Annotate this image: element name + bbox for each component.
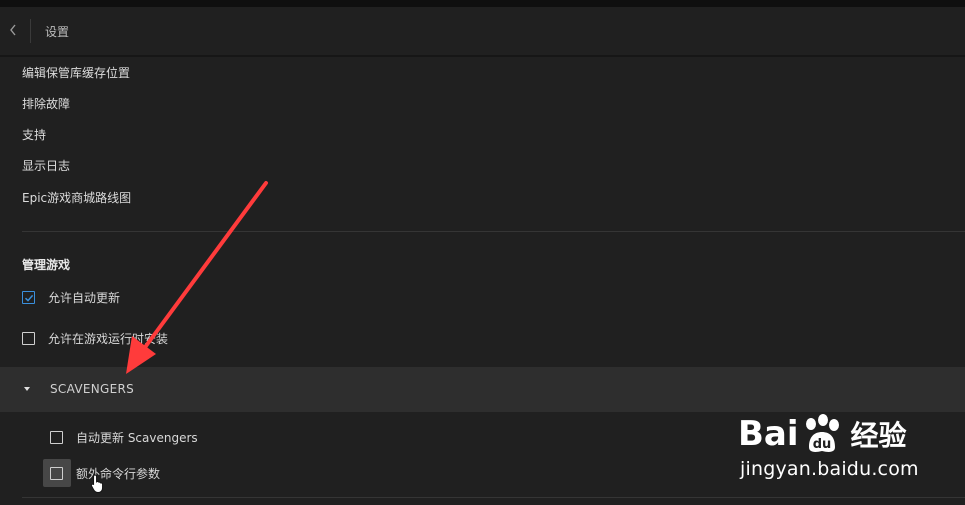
baidu-paw-icon: du: [801, 414, 843, 454]
extra-command-args-checkbox[interactable]: [50, 467, 63, 480]
checkmark-icon: [24, 294, 33, 302]
install-while-running-checkbox[interactable]: [22, 332, 35, 345]
allow-auto-update-option[interactable]: 允许自动更新: [22, 289, 120, 306]
page-title: 设置: [45, 25, 70, 39]
extra-command-args-option[interactable]: 额外命令行参数: [50, 465, 160, 482]
chevron-left-icon: [10, 24, 16, 36]
auto-update-label: 允许自动更新: [48, 291, 121, 305]
caret-down-icon: [24, 387, 30, 391]
baidu-jingyan-watermark: Bai du 经验 jingyan.baidu.com: [738, 400, 958, 490]
header-divider: [30, 19, 31, 43]
show-log-link[interactable]: 显示日志: [22, 157, 70, 174]
game-name: SCAVENGERS: [50, 382, 135, 396]
allow-install-while-running-option[interactable]: 允许在游戏运行时安装: [22, 330, 168, 347]
watermark-cn-text: 经验: [850, 419, 907, 452]
extra-command-args-label: 额外命令行参数: [76, 467, 161, 481]
watermark-url: jingyan.baidu.com: [740, 458, 919, 480]
auto-update-game-label: 自动更新 Scavengers: [76, 431, 198, 445]
auto-update-checkbox[interactable]: [22, 291, 35, 304]
troubleshoot-link[interactable]: 排除故障: [22, 95, 70, 112]
header-separator: [0, 55, 965, 57]
window-top-strip: [0, 0, 965, 7]
back-button[interactable]: [4, 17, 22, 43]
settings-header: 设置: [0, 7, 965, 55]
svg-text:du: du: [812, 437, 831, 452]
support-link[interactable]: 支持: [22, 126, 46, 143]
auto-update-game-checkbox[interactable]: [50, 431, 63, 444]
watermark-logo: Bai du 经验: [738, 414, 907, 454]
edit-vault-cache-link[interactable]: 编辑保管库缓存位置: [22, 64, 130, 81]
bottom-divider: [22, 497, 965, 498]
section-divider: [22, 231, 965, 232]
roadmap-link[interactable]: Epic游戏商城路线图: [22, 189, 131, 206]
install-while-running-label: 允许在游戏运行时安装: [48, 332, 169, 346]
watermark-logo-text: Bai: [738, 414, 799, 454]
manage-games-heading: 管理游戏: [22, 258, 71, 272]
auto-update-game-option[interactable]: 自动更新 Scavengers: [50, 429, 198, 446]
game-section-header[interactable]: SCAVENGERS: [0, 367, 965, 412]
